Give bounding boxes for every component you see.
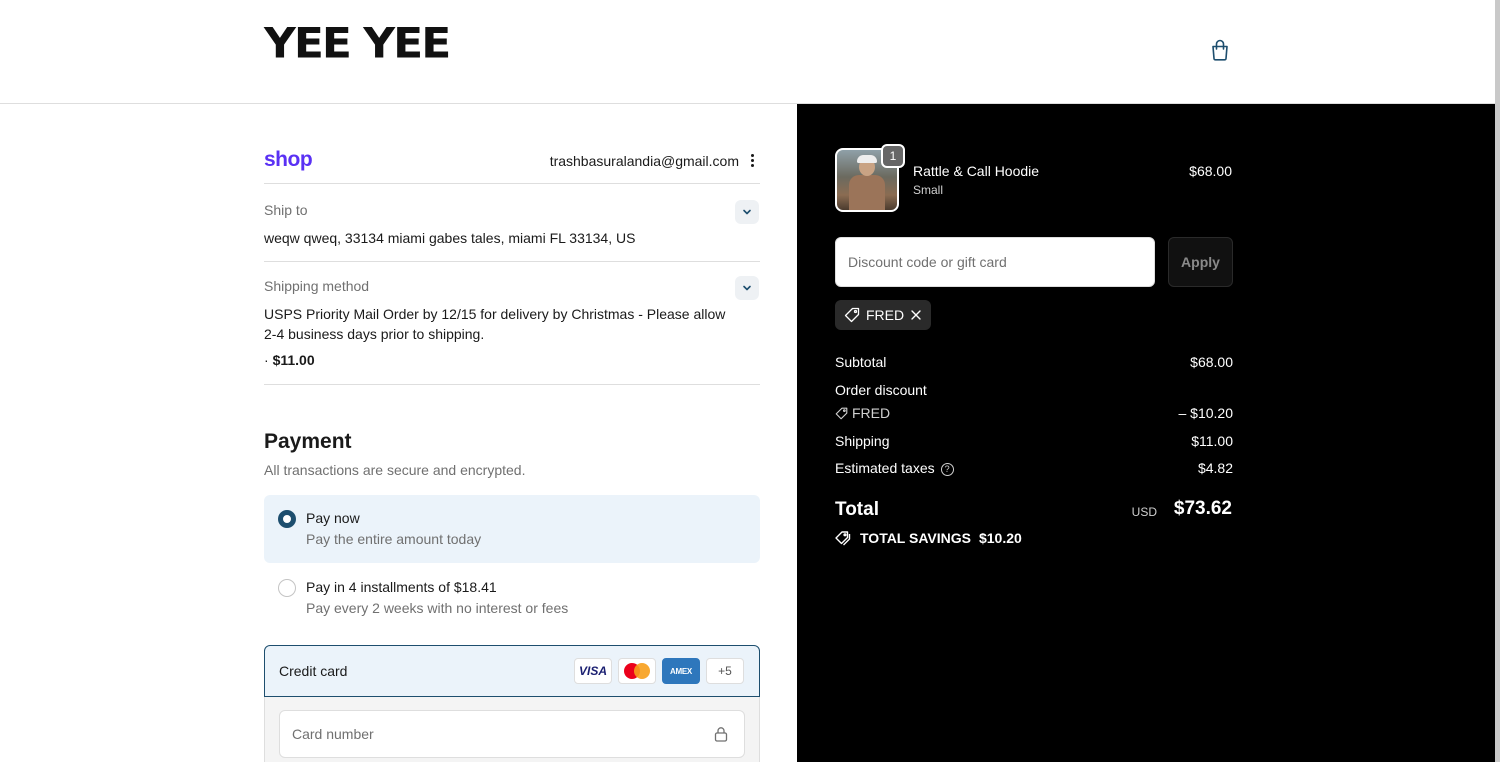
- applied-discount-code: FRED: [866, 307, 905, 323]
- total-value: $73.62: [1173, 498, 1232, 519]
- mastercard-icon: [618, 658, 656, 684]
- pay-now-subtitle: Pay the entire amount today: [306, 531, 482, 547]
- chevron-down-icon: [743, 285, 751, 291]
- shipping-method-expand-button[interactable]: [735, 276, 759, 300]
- order-discount-row: Order discount: [835, 382, 1233, 398]
- taxes-row: Estimated taxes? $4.82: [835, 460, 1233, 476]
- ship-to-section: Ship to weqw qweq, 33134 miami gabes tal…: [264, 185, 760, 262]
- product-variant: Small: [913, 183, 944, 197]
- card-brand-icons: VISA AMEX +5: [574, 658, 744, 684]
- shipping-method-section: Shipping method USPS Priority Mail Order…: [264, 262, 760, 385]
- taxes-value: $4.82: [1197, 460, 1233, 476]
- product-price: $68.00: [1189, 163, 1232, 179]
- shipping-value: $11.00: [1191, 433, 1233, 449]
- total-savings-label: TOTAL SAVINGS: [860, 530, 971, 546]
- chevron-down-icon: [743, 209, 751, 215]
- total-label: Total: [835, 499, 879, 520]
- discount-amount: – $10.20: [1178, 405, 1234, 421]
- discount-code-row: FRED – $10.20: [835, 405, 1233, 421]
- remove-discount-icon[interactable]: [910, 309, 922, 321]
- payment-option-pay-now[interactable]: Pay now Pay the entire amount today: [264, 495, 760, 563]
- pay-now-title: Pay now: [306, 510, 360, 526]
- subtotal-label: Subtotal: [835, 354, 887, 370]
- order-discount-label: Order discount: [835, 382, 927, 398]
- credit-card-label: Credit card: [279, 663, 348, 679]
- price-separator: ·: [264, 352, 269, 368]
- shipping-method-description: USPS Priority Mail Order by 12/15 for de…: [264, 304, 725, 370]
- tag-icon: [835, 407, 848, 419]
- shipping-row: Shipping $11.00: [835, 433, 1233, 449]
- product-name: Rattle & Call Hoodie: [913, 163, 1040, 179]
- ship-to-address: weqw qweq, 33134 miami gabes tales, miam…: [264, 230, 636, 246]
- payment-option-installments[interactable]: Pay in 4 installments of $18.41 Pay ever…: [264, 564, 760, 632]
- shipping-method-price-line: · $11.00: [264, 350, 725, 370]
- kebab-menu-icon[interactable]: [747, 150, 757, 170]
- total-savings-value: $10.20: [978, 530, 1022, 546]
- amex-icon: AMEX: [662, 658, 700, 684]
- shipping-method-label: Shipping method: [264, 278, 370, 294]
- account-email: trashbasuralandia@gmail.com: [549, 153, 739, 169]
- page-scrollbar[interactable]: [1495, 0, 1500, 762]
- radio-pay-now[interactable]: [278, 510, 296, 528]
- tags-icon: [835, 530, 851, 545]
- product-quantity-badge: 1: [881, 144, 905, 168]
- store-logo[interactable]: YEE YEE: [264, 19, 451, 67]
- shipping-method-line-1: USPS Priority Mail Order by 12/15 for de…: [264, 306, 726, 322]
- order-summary: 1 Rattle & Call Hoodie Small $68.00 Appl…: [797, 104, 1495, 762]
- more-card-brands-badge: +5: [706, 658, 744, 684]
- shipping-label: Shipping: [835, 433, 890, 449]
- subtotal-row: Subtotal $68.00: [835, 354, 1233, 370]
- ship-to-expand-button[interactable]: [735, 200, 759, 224]
- installments-title: Pay in 4 installments of $18.41: [306, 579, 497, 595]
- total-currency: USD: [1131, 505, 1157, 519]
- lock-icon: [714, 727, 728, 742]
- store-header: YEE YEE: [0, 0, 1500, 104]
- payment-heading: Payment: [264, 430, 352, 453]
- radio-installments[interactable]: [278, 579, 296, 597]
- help-icon[interactable]: ?: [940, 462, 954, 476]
- credit-card-option[interactable]: Credit card VISA AMEX +5: [264, 645, 760, 697]
- taxes-label: Estimated taxes: [835, 460, 935, 476]
- discount-code-label: FRED: [852, 405, 891, 421]
- installments-subtitle: Pay every 2 weeks with no interest or fe…: [306, 600, 569, 616]
- tag-icon: [844, 307, 860, 323]
- card-number-input[interactable]: [279, 710, 745, 758]
- ship-to-label: Ship to: [264, 202, 308, 218]
- total-savings: TOTAL SAVINGS $10.20: [835, 530, 1022, 546]
- visa-icon: VISA: [574, 658, 612, 684]
- shipping-method-line-2: 2-4 business days prior to shipping.: [264, 326, 485, 342]
- payment-subtitle: All transactions are secure and encrypte…: [264, 462, 526, 478]
- credit-card-fields: [264, 697, 760, 762]
- subtotal-value: $68.00: [1190, 354, 1233, 370]
- account-row: shop trashbasuralandia@gmail.com: [264, 148, 760, 184]
- apply-discount-button[interactable]: Apply: [1168, 237, 1233, 287]
- shopping-bag-icon[interactable]: [1208, 38, 1232, 62]
- applied-discount-chip: FRED: [835, 300, 932, 330]
- shop-pay-logo: shop: [264, 148, 313, 171]
- shipping-method-price: $11.00: [272, 352, 315, 368]
- discount-code-input[interactable]: [835, 237, 1155, 287]
